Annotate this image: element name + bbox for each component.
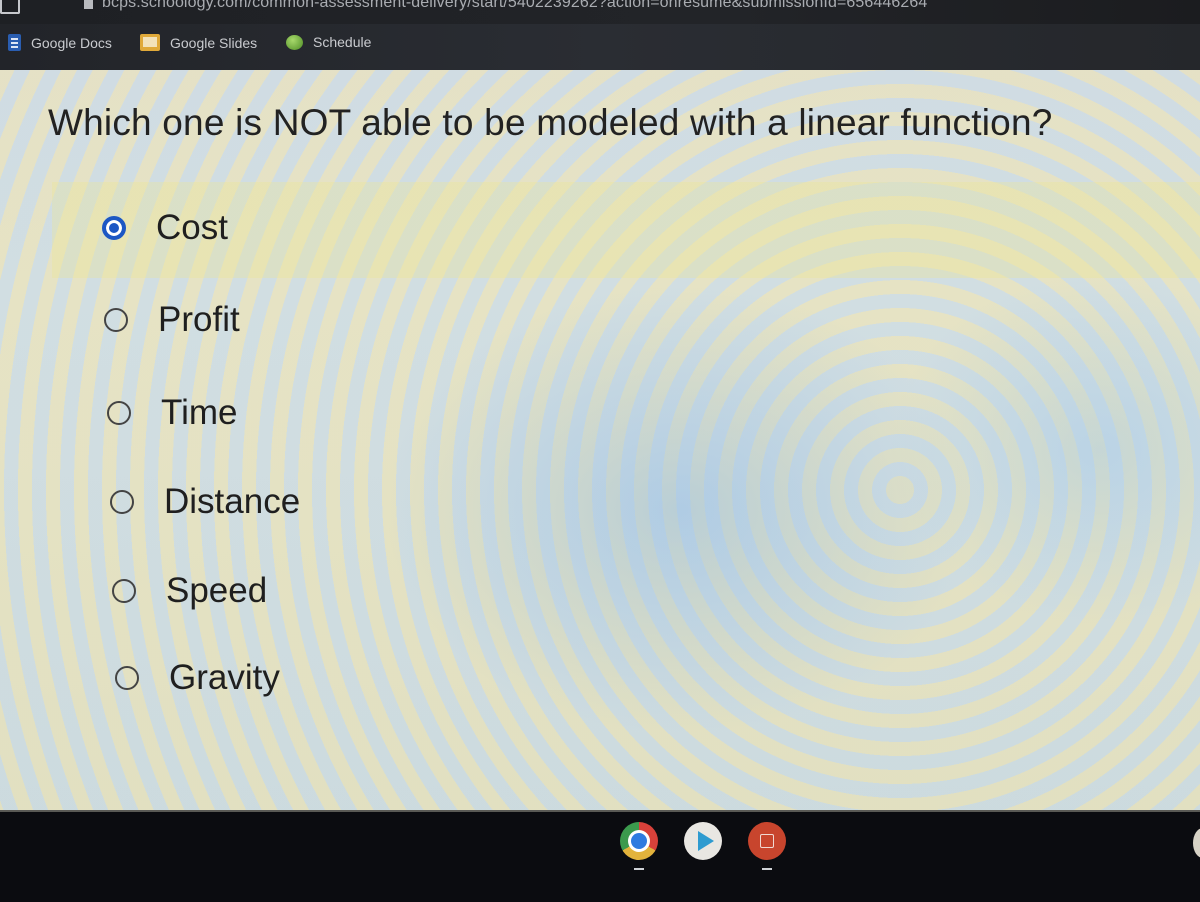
running-indicator — [634, 868, 644, 870]
bookmark-label: Google Slides — [170, 34, 258, 51]
radio-icon[interactable] — [107, 401, 131, 425]
bookmark-google-docs[interactable]: Google Docs — [8, 34, 112, 51]
bookmark-schedule[interactable]: Schedule — [286, 34, 371, 50]
radio-selected-icon[interactable] — [102, 216, 126, 240]
assessment-page: Which one is NOT able to be modeled with… — [0, 70, 1200, 810]
os-shelf — [0, 810, 1200, 902]
option-profit[interactable]: Profit — [104, 300, 240, 340]
radio-icon[interactable] — [110, 490, 134, 514]
radio-icon[interactable] — [112, 579, 136, 603]
address-bar[interactable]: bcps.schoology.com/common-assessment-del… — [0, 0, 1200, 24]
google-slides-icon — [140, 34, 160, 51]
option-gravity[interactable]: Gravity — [115, 658, 280, 698]
play-store-icon[interactable] — [684, 822, 722, 860]
google-docs-icon — [8, 34, 21, 51]
bookmarks-bar: Google Docs Google Slides Schedule — [0, 24, 1200, 70]
option-cost[interactable]: Cost — [102, 208, 228, 248]
radio-icon[interactable] — [104, 308, 128, 332]
site-info-icon[interactable] — [84, 0, 93, 9]
bookmark-label: Schedule — [313, 34, 372, 50]
option-distance[interactable]: Distance — [110, 482, 300, 522]
gallery-icon[interactable] — [748, 822, 786, 870]
option-label: Cost — [156, 208, 228, 247]
option-label: Distance — [164, 482, 301, 521]
option-label: Gravity — [169, 658, 280, 697]
question-text: Which one is NOT able to be modeled with… — [48, 102, 1053, 143]
option-label: Time — [161, 393, 238, 432]
running-indicator — [762, 868, 772, 870]
chrome-icon[interactable] — [620, 822, 658, 870]
status-area-icon[interactable] — [1193, 828, 1200, 858]
home-icon[interactable] — [0, 0, 20, 14]
bookmark-label: Google Docs — [31, 34, 112, 51]
option-speed[interactable]: Speed — [112, 571, 267, 611]
radio-icon[interactable] — [115, 666, 139, 690]
schedule-icon — [286, 34, 303, 50]
option-time[interactable]: Time — [107, 393, 237, 433]
option-label: Speed — [166, 571, 268, 610]
url-text[interactable]: bcps.schoology.com/common-assessment-del… — [102, 0, 927, 13]
bookmark-google-slides[interactable]: Google Slides — [140, 34, 257, 51]
option-label: Profit — [158, 300, 240, 339]
